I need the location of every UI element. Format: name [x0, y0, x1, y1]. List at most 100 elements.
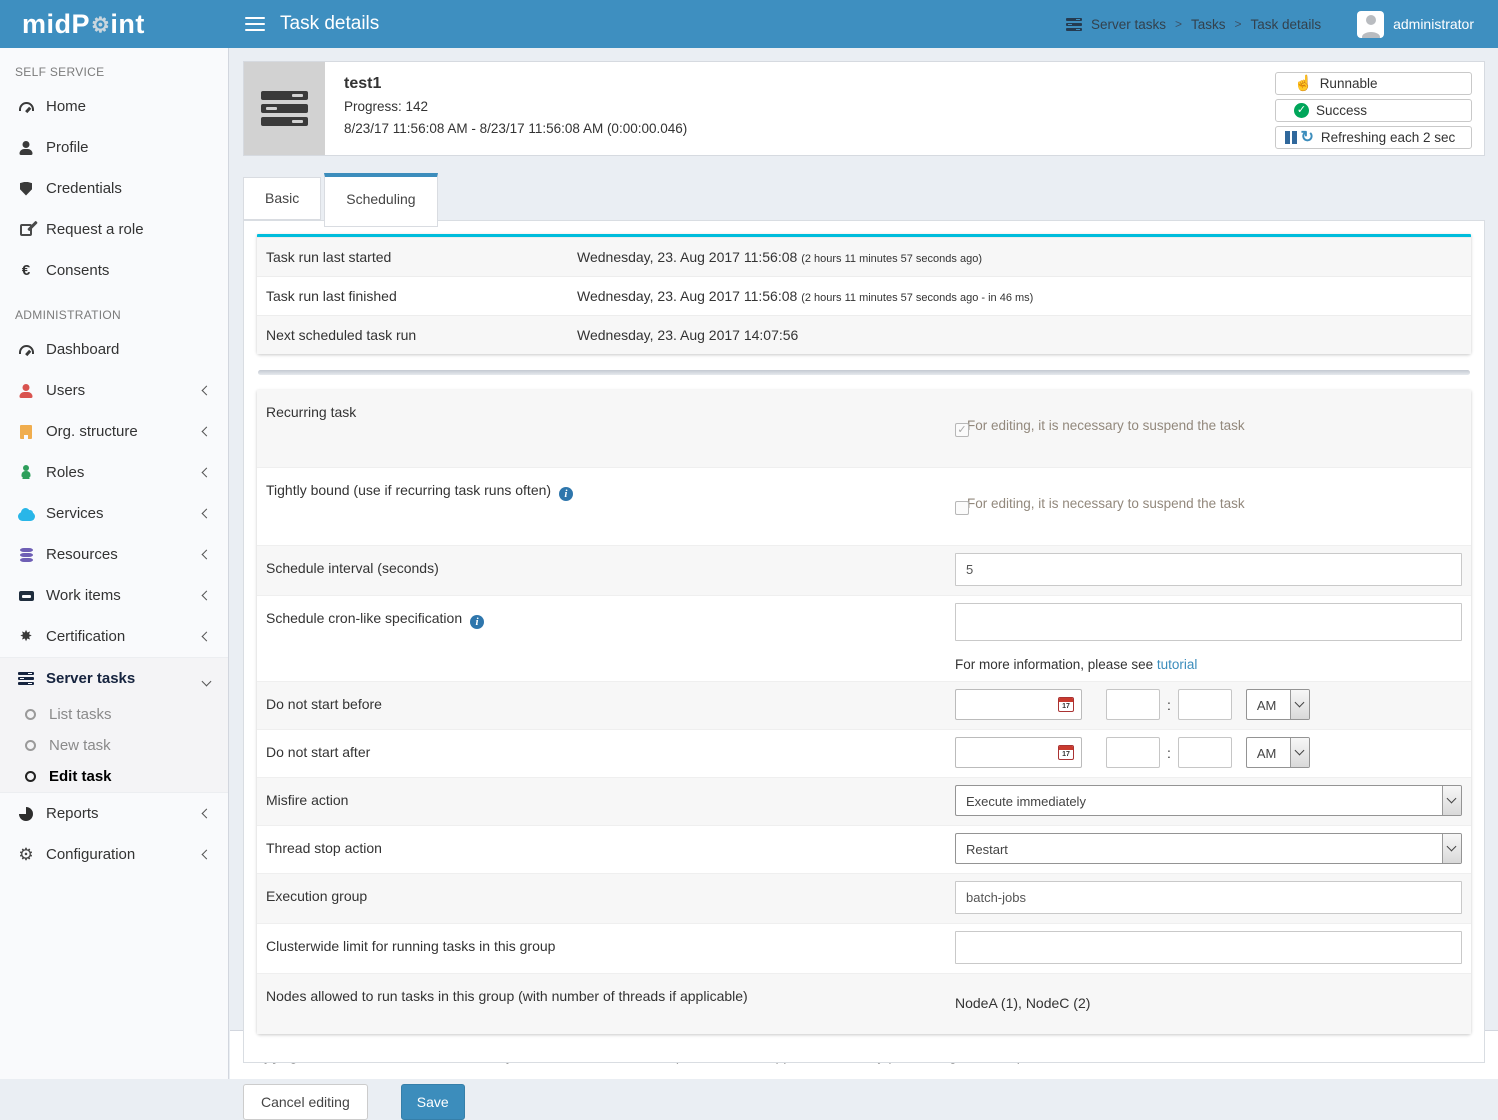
selected-value: Execute immediately [956, 786, 1442, 815]
sidebar-item-server-tasks[interactable]: Server tasks [0, 658, 228, 699]
sidebar-item-label: Certification [46, 628, 125, 645]
home-icon [19, 102, 34, 111]
form-row-thread-stop: Thread stop action Restart [257, 826, 1471, 874]
breadcrumb-server-tasks[interactable]: Server tasks [1091, 17, 1166, 32]
sidebar-item-services[interactable]: Services [0, 493, 228, 534]
help-text: For more information, please see [955, 657, 1157, 672]
sidebar-item-label: Home [46, 98, 86, 115]
thread-stop-action-select[interactable]: Restart [955, 833, 1462, 864]
sidebar-item-users[interactable]: Users [0, 370, 228, 411]
execution-group-input[interactable] [955, 881, 1462, 914]
breadcrumb-separator: > [1235, 17, 1242, 31]
sidebar-item-dashboard[interactable]: Dashboard [0, 329, 228, 370]
tutorial-link[interactable]: tutorial [1157, 657, 1198, 672]
tab-scheduling[interactable]: Scheduling [324, 173, 437, 227]
not-after-date-input[interactable]: 17 [955, 737, 1082, 768]
not-before-hours-input[interactable] [1106, 689, 1160, 720]
tightly-bound-checkbox[interactable] [955, 501, 969, 515]
chevron-down-icon [1290, 690, 1309, 719]
logo-gear-icon: ⚙ [91, 13, 110, 38]
shield-icon [20, 182, 32, 196]
chevron-left-icon [202, 550, 212, 560]
calendar-day: 17 [1059, 750, 1073, 759]
field-label: Execution group [266, 874, 955, 923]
info-icon[interactable]: i [470, 615, 484, 629]
badge-label: Runnable [1320, 76, 1378, 91]
sidebar-item-credentials[interactable]: Credentials [0, 168, 228, 209]
sidebar-item-certification[interactable]: ✸ Certification [0, 616, 228, 657]
chevron-down-icon [1442, 786, 1461, 815]
task-run-range: 8/23/17 11:56:08 AM - 8/23/17 11:56:08 A… [344, 121, 687, 136]
form-row-tightly-bound: Tightly bound (use if recurring task run… [257, 468, 1471, 546]
sidebar-item-home[interactable]: Home [0, 86, 228, 127]
sidebar-item-edit-task[interactable]: Edit task [0, 761, 228, 792]
row-value: Wednesday, 23. Aug 2017 11:56:08 (2 hour… [577, 249, 982, 265]
not-before-minutes-input[interactable] [1178, 689, 1232, 720]
certificate-icon: ✸ [20, 629, 33, 644]
sidebar-item-work-items[interactable]: Work items [0, 575, 228, 616]
not-after-hours-input[interactable] [1106, 737, 1160, 768]
row-value: Wednesday, 23. Aug 2017 14:07:56 [577, 327, 798, 343]
section-divider [258, 370, 1470, 375]
page-title: Task details [280, 13, 379, 35]
sidebar-item-label: Configuration [46, 846, 135, 863]
recurring-checkbox[interactable]: ✓ [955, 423, 969, 437]
sidebar-item-label: Services [46, 505, 104, 522]
gear-icon: ⚙ [18, 846, 33, 863]
sidebar-item-resources[interactable]: Resources [0, 534, 228, 575]
task-name: test1 [344, 75, 687, 93]
user-menu[interactable]: administrator [1357, 11, 1474, 38]
sidebar-item-reports[interactable]: Reports [0, 793, 228, 834]
save-button[interactable]: Save [401, 1084, 465, 1120]
success-check-icon: ✓ [1294, 103, 1309, 118]
chevron-left-icon [202, 468, 212, 478]
sidebar-group-server-tasks: Server tasks List tasks New task Edit ta… [0, 657, 228, 793]
datetime-value: Wednesday, 23. Aug 2017 11:56:08 [577, 288, 797, 304]
sidebar-item-roles[interactable]: Roles [0, 452, 228, 493]
cron-specification-input[interactable] [955, 603, 1462, 641]
info-icon[interactable]: i [559, 487, 573, 501]
not-before-date-input[interactable]: 17 [955, 689, 1082, 720]
calendar-icon[interactable]: 17 [1058, 745, 1074, 760]
sidebar-item-profile[interactable]: Profile [0, 127, 228, 168]
not-after-minutes-input[interactable] [1178, 737, 1232, 768]
sidebar-section-self-service: SELF SERVICE [0, 48, 228, 86]
server-tasks-icon [18, 672, 34, 685]
sidebar-item-new-task[interactable]: New task [0, 730, 228, 761]
main-content: test1 Progress: 142 8/23/17 11:56:08 AM … [230, 48, 1498, 1030]
sidebar-section-administration: ADMINISTRATION [0, 291, 228, 329]
datetime-value: Wednesday, 23. Aug 2017 11:56:08 [577, 249, 797, 265]
breadcrumb-tasks[interactable]: Tasks [1191, 17, 1226, 32]
sidebar-item-request-a-role[interactable]: Request a role [0, 209, 228, 250]
app-logo[interactable]: midP⚙int [0, 0, 229, 48]
schedule-interval-input[interactable] [955, 553, 1462, 586]
not-after-ampm-select[interactable]: AM [1246, 737, 1310, 768]
task-progress: Progress: 142 [344, 99, 687, 114]
task-runs-table: Task run last started Wednesday, 23. Aug… [257, 234, 1471, 354]
chevron-left-icon [202, 427, 212, 437]
form-row-recurring: Recurring task ✓ For editing, it is nece… [257, 390, 1471, 468]
calendar-icon[interactable]: 17 [1058, 697, 1074, 712]
field-label: Misfire action [266, 778, 955, 825]
calendar-day: 17 [1059, 702, 1073, 711]
sidebar-item-list-tasks[interactable]: List tasks [0, 699, 228, 730]
sidebar-item-label: Org. structure [46, 423, 138, 440]
building-icon [20, 425, 32, 439]
sidebar-toggle-icon[interactable] [245, 13, 265, 35]
sidebar-item-label: Users [46, 382, 85, 399]
form-row-not-after: Do not start after 17 : AM [257, 730, 1471, 778]
cluster-limit-input[interactable] [955, 931, 1462, 964]
sidebar-item-configuration[interactable]: ⚙ Configuration [0, 834, 228, 875]
sidebar-item-org-structure[interactable]: Org. structure [0, 411, 228, 452]
chevron-left-icon [202, 591, 212, 601]
sidebar-item-consents[interactable]: € Consents [0, 250, 228, 291]
tab-basic[interactable]: Basic [243, 177, 321, 220]
field-label: Clusterwide limit for running tasks in t… [266, 924, 955, 973]
cancel-editing-button[interactable]: Cancel editing [243, 1084, 368, 1120]
logo-pre: midP [22, 9, 90, 40]
not-before-ampm-select[interactable]: AM [1246, 689, 1310, 720]
task-type-icon-box [244, 62, 325, 155]
table-row: Next scheduled task run Wednesday, 23. A… [257, 315, 1471, 354]
refresh-toggle-badge[interactable]: ↻ Refreshing each 2 sec [1275, 126, 1472, 149]
misfire-action-select[interactable]: Execute immediately [955, 785, 1462, 816]
